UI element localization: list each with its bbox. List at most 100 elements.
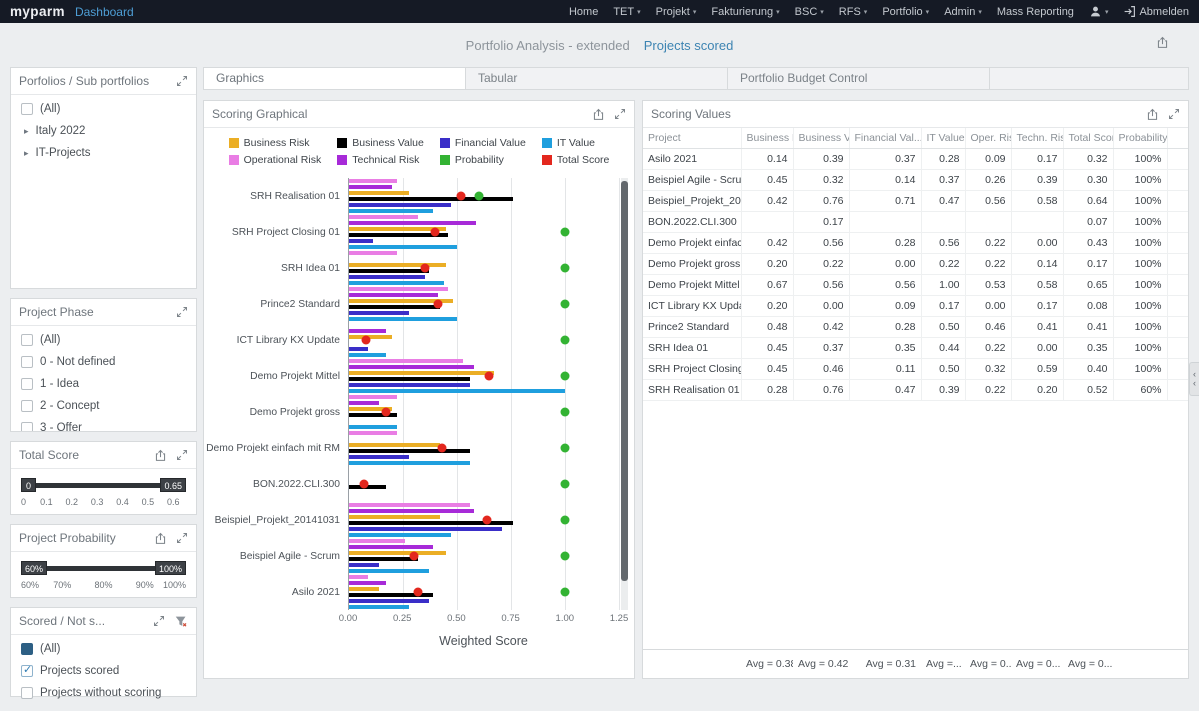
table-row[interactable]: Asilo 2021 0.14 0.39 0.37 0.28 0.09 0.17 0.32 10… — [643, 148, 1188, 170]
bar-business-risk[interactable] — [349, 551, 447, 555]
table-row[interactable]: Demo Projekt gross 0.20 0.22 0.00 0.22 0.22 0.… — [643, 253, 1188, 275]
portfolio-item-it-projects[interactable]: ▸ IT-Projects — [11, 142, 196, 164]
bar-financial-value[interactable] — [349, 203, 451, 207]
expand-icon[interactable] — [614, 108, 626, 120]
export-icon[interactable] — [1146, 108, 1159, 121]
dot-total-score[interactable] — [359, 479, 369, 489]
bar-business-value[interactable] — [349, 557, 419, 561]
bar-it-value[interactable] — [349, 353, 386, 357]
table-row[interactable]: Beispiel_Projekt_2014...0.420.760.710.47… — [643, 190, 1188, 212]
nav-item-portfolio[interactable]: Portfolio ▾ — [882, 6, 929, 18]
nav-item-home[interactable]: Home — [569, 6, 598, 18]
bar-business-value[interactable] — [349, 305, 440, 309]
table-row[interactable]: ICT Library KX Update0.200.000.090.170.0… — [643, 295, 1188, 317]
bar-technical-risk[interactable] — [349, 509, 475, 513]
checkbox-unchecked-icon[interactable] — [21, 103, 33, 115]
tab-portfolio-budget-control[interactable]: Portfolio Budget Control — [728, 68, 990, 89]
dot-probability[interactable] — [560, 551, 570, 561]
phase-option-3-offer[interactable]: 3 - Offer — [11, 417, 196, 431]
slider-handle-min[interactable]: 0 — [21, 478, 36, 492]
bar-business-risk[interactable] — [349, 371, 494, 375]
bar-technical-risk[interactable] — [349, 221, 477, 225]
dot-probability[interactable] — [560, 587, 570, 597]
projects-scored-link[interactable]: Projects scored — [644, 38, 734, 53]
bar-it-value[interactable] — [349, 317, 457, 321]
bar-financial-value[interactable] — [349, 347, 369, 351]
bar-it-value[interactable] — [349, 533, 451, 537]
bar-business-risk[interactable] — [349, 443, 440, 447]
bar-financial-value[interactable] — [349, 527, 503, 531]
dot-total-score[interactable] — [381, 407, 391, 417]
checkbox-unchecked-icon[interactable] — [21, 378, 33, 390]
dot-total-score[interactable] — [456, 191, 466, 201]
bar-business-value[interactable] — [349, 197, 514, 201]
bar-it-value[interactable] — [349, 209, 434, 213]
dot-probability[interactable] — [560, 407, 570, 417]
myparm-logo[interactable]: myparm — [10, 4, 65, 19]
export-icon[interactable] — [592, 108, 605, 121]
dot-total-score[interactable] — [430, 227, 440, 237]
dot-probability[interactable] — [474, 191, 484, 201]
bar-operational-risk[interactable] — [349, 395, 397, 399]
bar-operational-risk[interactable] — [349, 215, 419, 219]
checkbox-checked-icon[interactable] — [21, 663, 33, 677]
chart-scrollbar[interactable] — [621, 178, 628, 610]
expand-icon[interactable] — [176, 449, 188, 461]
chart-scrollbar-thumb[interactable] — [621, 181, 628, 581]
bar-operational-risk[interactable] — [349, 503, 470, 507]
checkbox-unchecked-icon[interactable] — [21, 687, 33, 699]
dot-probability[interactable] — [560, 227, 570, 237]
bar-financial-value[interactable] — [349, 239, 373, 243]
slider-handle-max[interactable]: 100% — [154, 561, 186, 575]
bar-financial-value[interactable] — [349, 275, 425, 279]
bar-it-value[interactable] — [349, 245, 457, 249]
tab-graphics[interactable]: Graphics — [204, 68, 466, 89]
expand-icon[interactable] — [153, 615, 165, 627]
bar-business-risk[interactable] — [349, 263, 447, 267]
bar-business-value[interactable] — [349, 377, 470, 381]
bar-operational-risk[interactable] — [349, 575, 369, 579]
bar-financial-value[interactable] — [349, 311, 410, 315]
phase-all-option[interactable]: (All) — [11, 329, 196, 351]
column-header-it-value[interactable]: IT Value — [921, 128, 966, 149]
chevron-right-icon[interactable]: ▸ — [24, 148, 29, 159]
table-row[interactable]: Beispiel Agile - Scrum 0.45 0.32 0.14 0.37 0.… — [643, 169, 1188, 191]
bar-business-value[interactable] — [349, 269, 429, 273]
nav-item-bsc[interactable]: BSC ▾ — [795, 6, 824, 18]
nav-item-projekt[interactable]: Projekt ▾ — [656, 6, 697, 18]
bar-technical-risk[interactable] — [349, 581, 386, 585]
bar-it-value[interactable] — [349, 461, 470, 465]
bar-business-risk[interactable] — [349, 515, 440, 519]
bar-operational-risk[interactable] — [349, 359, 464, 363]
slider-handle-max[interactable]: 0.65 — [160, 478, 186, 492]
clear-filter-icon[interactable] — [174, 615, 188, 628]
scored-option-all[interactable]: (All) — [11, 638, 196, 660]
dot-total-score[interactable] — [484, 371, 494, 381]
portfolios-all-option[interactable]: (All) — [11, 98, 196, 120]
slider-handle-min[interactable]: 60% — [21, 561, 48, 575]
dot-probability[interactable] — [560, 443, 570, 453]
user-menu[interactable]: ▾ — [1089, 5, 1108, 18]
bar-operational-risk[interactable] — [349, 431, 397, 435]
bar-business-risk[interactable] — [349, 587, 380, 591]
bar-financial-value[interactable] — [349, 599, 429, 603]
nav-item-rfs[interactable]: RFS ▾ — [839, 6, 868, 18]
dot-total-score[interactable] — [413, 587, 423, 597]
nav-item-admin[interactable]: Admin ▾ — [944, 6, 982, 18]
bar-financial-value[interactable] — [349, 455, 410, 459]
bar-operational-risk[interactable] — [349, 251, 397, 255]
table-row[interactable]: Prince2 Standard 0.48 0.42 0.28 0.50 0.46 0.41… — [643, 316, 1188, 338]
dot-probability[interactable] — [560, 299, 570, 309]
bar-it-value[interactable] — [349, 605, 410, 609]
bar-it-value[interactable] — [349, 569, 429, 573]
column-header-project[interactable]: Project — [643, 128, 742, 149]
bar-technical-risk[interactable] — [349, 401, 380, 405]
dot-probability[interactable] — [560, 263, 570, 273]
probability-slider[interactable]: 60% 100% 60% 70% 80% 90% 100% — [21, 559, 186, 597]
expand-icon[interactable] — [176, 306, 188, 318]
bar-technical-risk[interactable] — [349, 545, 434, 549]
dot-total-score[interactable] — [433, 299, 443, 309]
total-score-slider[interactable]: 0 0.65 0 0.1 0.2 0.3 0.4 0.5 0.6 — [21, 476, 186, 514]
portfolio-item-italy-2022[interactable]: ▸ Italy 2022 — [11, 120, 196, 142]
bar-operational-risk[interactable] — [349, 287, 449, 291]
